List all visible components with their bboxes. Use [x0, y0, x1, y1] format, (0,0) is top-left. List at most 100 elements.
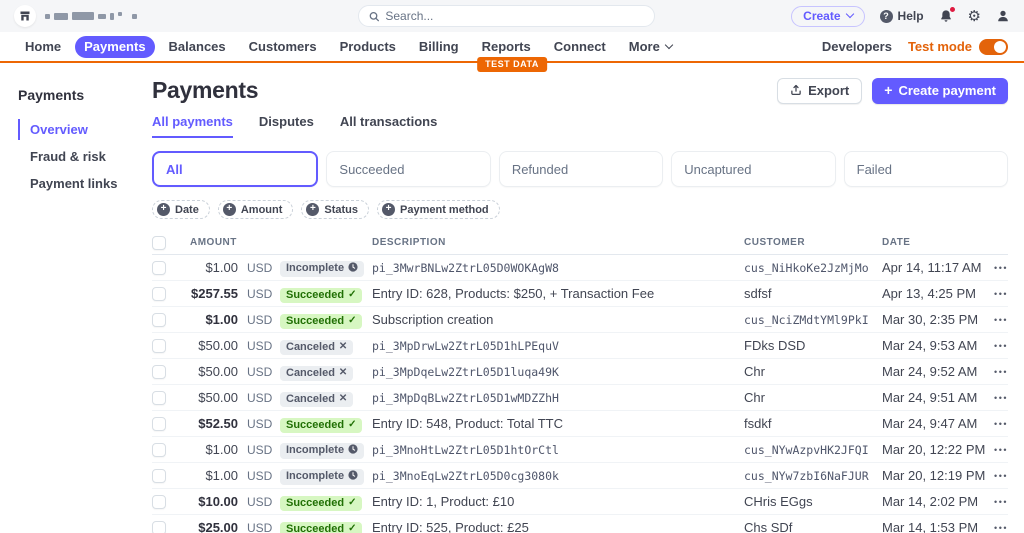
- nav-item-payments[interactable]: Payments: [75, 35, 155, 58]
- toggle-switch[interactable]: [979, 38, 1008, 55]
- create-button[interactable]: Create: [791, 5, 865, 27]
- cell-amount: $25.00: [198, 520, 238, 533]
- filter-card-failed[interactable]: Failed: [843, 151, 1009, 187]
- test-mode-toggle[interactable]: Test mode: [908, 38, 1008, 55]
- table-row[interactable]: $1.00 USD Incomplete pi_3MwrBNLw2ZtrL05D0WO…: [152, 255, 1008, 281]
- row-checkbox[interactable]: [152, 442, 166, 457]
- row-checkbox[interactable]: [152, 390, 166, 405]
- export-button[interactable]: Export: [777, 77, 863, 104]
- nav-item-connect[interactable]: Connect: [545, 36, 615, 58]
- check-icon: ✓: [348, 522, 357, 533]
- tab-disputes[interactable]: Disputes: [259, 114, 314, 138]
- row-overflow-menu[interactable]: •••: [982, 289, 1008, 299]
- cell-customer: cus_NciZMdtYMl9PkI: [744, 312, 869, 327]
- tab-all-transactions[interactable]: All transactions: [340, 114, 438, 138]
- status-badge: Succeeded ✓: [280, 417, 363, 433]
- filter-chip-payment-method[interactable]: + Payment method: [377, 200, 500, 219]
- notifications-button[interactable]: [939, 6, 956, 23]
- nav-item-products[interactable]: Products: [331, 36, 405, 58]
- storefront-icon: [20, 11, 30, 21]
- account-avatar[interactable]: [14, 5, 36, 27]
- filter-card-all[interactable]: All: [152, 151, 319, 187]
- cell-amount: $1.00: [205, 468, 238, 483]
- cell-description: Entry ID: 628, Products: $250, + Transac…: [372, 286, 655, 301]
- table-row[interactable]: $50.00 USD Canceled ✕ pi_3MpDqeLw2ZtrL05D1lu…: [152, 359, 1008, 385]
- table-row[interactable]: $1.00 USD Incomplete pi_3MnoEqLw2ZtrL05D0cg…: [152, 463, 1008, 489]
- row-overflow-menu[interactable]: •••: [982, 497, 1008, 507]
- create-payment-button[interactable]: + Create payment: [872, 77, 1008, 104]
- developers-link[interactable]: Developers: [822, 39, 892, 54]
- filter-card-refunded[interactable]: Refunded: [498, 151, 664, 187]
- nav-item-label: More: [628, 38, 660, 54]
- row-checkbox[interactable]: [152, 260, 166, 275]
- filter-chip-date[interactable]: + Date: [152, 200, 210, 219]
- table-row[interactable]: $1.00 USD Incomplete pi_3MnoHtLw2ZtrL05D1ht…: [152, 437, 1008, 463]
- row-overflow-menu[interactable]: •••: [982, 471, 1008, 481]
- filter-card-uncaptured[interactable]: Uncaptured: [671, 151, 836, 187]
- account-name-redacted[interactable]: [45, 12, 137, 20]
- nav-item-label: Connect: [553, 38, 606, 54]
- cell-currency: USD: [247, 468, 273, 483]
- filter-card-succeeded[interactable]: Succeeded: [326, 151, 491, 187]
- cell-currency: USD: [247, 416, 273, 431]
- export-label: Export: [808, 82, 850, 98]
- select-all-checkbox[interactable]: [152, 235, 166, 250]
- nav-item-home[interactable]: Home: [16, 36, 70, 58]
- global-search[interactable]: [358, 5, 655, 27]
- tab-all-payments[interactable]: All payments: [152, 114, 233, 138]
- nav-item-reports[interactable]: Reports: [473, 36, 540, 58]
- nav-item-customers[interactable]: Customers: [240, 36, 326, 58]
- filter-chip-status[interactable]: + Status: [301, 200, 370, 219]
- row-checkbox[interactable]: [152, 338, 166, 353]
- filter-chip-amount[interactable]: + Amount: [217, 200, 294, 219]
- sidebar-item-payment-links[interactable]: Payment links: [18, 173, 140, 194]
- cell-currency: USD: [247, 390, 273, 405]
- profile-button[interactable]: [996, 9, 1010, 23]
- row-overflow-menu[interactable]: •••: [982, 315, 1008, 325]
- table-row[interactable]: $25.00 USD Succeeded ✓ Entry ID: 525, Produc…: [152, 515, 1008, 533]
- status-badge-label: Succeeded: [286, 522, 345, 533]
- row-checkbox[interactable]: [152, 520, 166, 533]
- check-icon: ✓: [348, 418, 357, 430]
- row-overflow-menu[interactable]: •••: [982, 367, 1008, 377]
- row-checkbox[interactable]: [152, 312, 166, 327]
- row-overflow-menu[interactable]: •••: [982, 263, 1008, 273]
- cell-status: Incomplete: [280, 258, 365, 277]
- table-body: $1.00 USD Incomplete pi_3MwrBNLw2ZtrL05D0WO…: [152, 255, 1008, 533]
- row-overflow-menu[interactable]: •••: [982, 393, 1008, 403]
- row-checkbox[interactable]: [152, 494, 166, 509]
- cell-currency: USD: [247, 494, 273, 509]
- table-header-row: AMOUNT DESCRIPTION CUSTOMER DATE: [152, 231, 1008, 255]
- row-overflow-menu[interactable]: •••: [982, 445, 1008, 455]
- table-row[interactable]: $52.50 USD Succeeded ✓ Entry ID: 548, Produc…: [152, 411, 1008, 437]
- row-overflow-menu[interactable]: •••: [982, 523, 1008, 533]
- status-badge: Canceled ✕: [280, 339, 354, 355]
- table-row[interactable]: $1.00 USD Succeeded ✓ Subscription creation c…: [152, 307, 1008, 333]
- sidebar-item-overview[interactable]: Overview: [18, 119, 140, 140]
- help-button[interactable]: ? Help: [879, 9, 924, 23]
- nav-item-billing[interactable]: Billing: [410, 36, 468, 58]
- settings-gear-icon[interactable]: ⚙: [968, 9, 981, 24]
- plus-circle-icon: +: [306, 203, 320, 216]
- cell-amount: $50.00: [198, 338, 238, 353]
- status-badge-label: Incomplete: [286, 470, 345, 483]
- row-checkbox[interactable]: [152, 416, 166, 431]
- sidebar-item-fraud-risk[interactable]: Fraud & risk: [18, 146, 140, 167]
- status-badge-label: Succeeded: [286, 314, 345, 327]
- row-overflow-menu[interactable]: •••: [982, 419, 1008, 429]
- nav-item-balances[interactable]: Balances: [160, 36, 235, 58]
- table-row[interactable]: $10.00 USD Succeeded ✓ Entry ID: 1, Product:…: [152, 489, 1008, 515]
- row-checkbox[interactable]: [152, 286, 166, 301]
- nav-item-more[interactable]: More: [620, 36, 681, 58]
- table-row[interactable]: $50.00 USD Canceled ✕ pi_3MpDqBLw2ZtrL05D1wM…: [152, 385, 1008, 411]
- search-input[interactable]: [385, 9, 644, 23]
- cell-customer: Chr: [744, 390, 765, 405]
- table-row[interactable]: $257.55 USD Succeeded ✓ Entry ID: 628, Produ…: [152, 281, 1008, 307]
- row-checkbox[interactable]: [152, 364, 166, 379]
- table-row[interactable]: $50.00 USD Canceled ✕ pi_3MpDrwLw2ZtrL05D1hL…: [152, 333, 1008, 359]
- question-mark-icon: ?: [879, 9, 893, 23]
- clock-icon: [348, 470, 358, 480]
- row-overflow-menu[interactable]: •••: [982, 341, 1008, 351]
- plus-circle-icon: +: [382, 203, 396, 216]
- row-checkbox[interactable]: [152, 468, 166, 483]
